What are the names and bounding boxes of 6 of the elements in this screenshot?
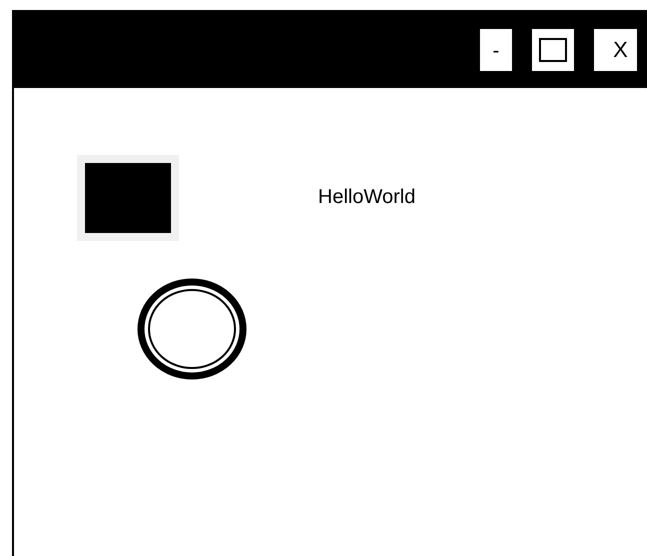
minimize-button[interactable]: - bbox=[480, 29, 512, 71]
close-button[interactable]: X bbox=[594, 29, 637, 71]
ring-icon bbox=[137, 278, 247, 380]
maximize-button[interactable] bbox=[532, 29, 574, 71]
hello-label: HelloWorld bbox=[318, 186, 416, 208]
square-icon bbox=[539, 38, 567, 62]
